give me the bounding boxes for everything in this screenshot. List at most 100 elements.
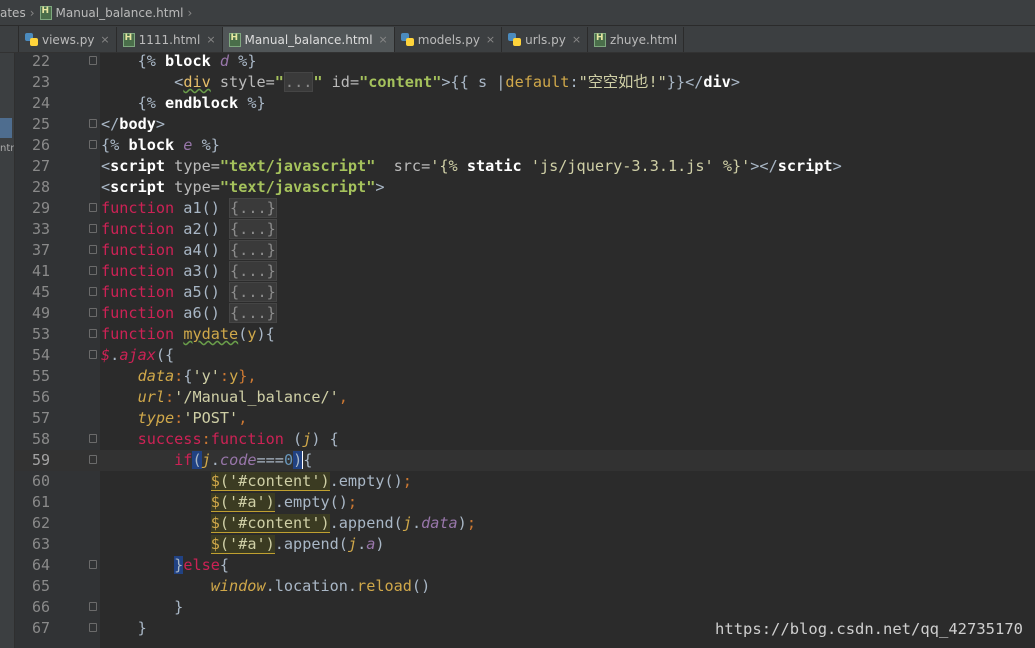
code-text: $('#content').append(j.data); xyxy=(210,514,476,533)
code-text: function a5() {...} xyxy=(101,282,277,302)
fold-marker-icon[interactable] xyxy=(89,203,97,212)
line-number: 60 xyxy=(31,472,50,490)
fold-marker-icon[interactable] xyxy=(89,224,97,233)
line-number: 57 xyxy=(31,409,50,427)
text-caret: { xyxy=(302,451,313,469)
line-number: 66 xyxy=(31,598,50,616)
close-icon[interactable]: × xyxy=(379,33,388,46)
fold-marker-icon[interactable] xyxy=(89,56,97,65)
code-line[interactable]: 61 $('#a').empty(); xyxy=(15,492,1035,513)
code-line[interactable]: 58 success:function (j) { xyxy=(15,429,1035,450)
tab-views-py[interactable]: views.py × xyxy=(19,27,117,52)
tool-window-marker[interactable] xyxy=(0,118,12,138)
fold-marker-icon[interactable] xyxy=(89,602,97,611)
line-number: 58 xyxy=(31,430,50,448)
code-text: {% block e %} xyxy=(101,136,220,154)
code-line-current[interactable]: 59 if(j.code===0){ xyxy=(15,450,1035,471)
folded-attribute: ... xyxy=(283,72,314,92)
code-line[interactable]: 28 <script type="text/javascript"> xyxy=(15,177,1035,198)
line-number: 25 xyxy=(31,115,50,133)
line-number: 62 xyxy=(31,514,50,532)
code-text: $.ajax({ xyxy=(101,346,175,364)
code-line[interactable]: 41 function a3() {...} xyxy=(15,261,1035,282)
chevron-right-icon: › xyxy=(29,5,35,20)
code-line[interactable]: 57 type:'POST', xyxy=(15,408,1035,429)
code-line[interactable]: 60 $('#content').empty(); xyxy=(15,471,1035,492)
code-line[interactable]: 66 } xyxy=(15,597,1035,618)
code-text: window.location.reload() xyxy=(210,577,431,595)
folded-block: {...} xyxy=(229,282,277,302)
tab-zhuye-html[interactable]: zhuye.html xyxy=(588,27,685,52)
tab-manual-balance-html[interactable]: Manual_balance.html × xyxy=(222,27,395,52)
fold-marker-icon[interactable] xyxy=(89,119,97,128)
code-line[interactable]: 53 function mydate(y){ xyxy=(15,324,1035,345)
code-text: function a6() {...} xyxy=(101,303,277,323)
fold-marker-icon[interactable] xyxy=(89,287,97,296)
tab-1111-html[interactable]: 1111.html × xyxy=(117,27,223,52)
code-line[interactable]: 25 </body> xyxy=(15,114,1035,135)
code-text: {% block d %} xyxy=(137,52,257,70)
code-line[interactable]: 56 url:'/Manual_balance/', xyxy=(15,387,1035,408)
code-line[interactable]: 29 function a1() {...} xyxy=(15,198,1035,219)
fold-marker-icon[interactable] xyxy=(89,140,97,149)
code-line[interactable]: 26 {% block e %} xyxy=(15,135,1035,156)
tab-models-py[interactable]: models.py × xyxy=(395,27,503,52)
code-line[interactable]: 23 <div style="..." id="content">{{ s |d… xyxy=(15,72,1035,93)
code-text: type:'POST', xyxy=(137,409,248,427)
line-number: 26 xyxy=(31,136,50,154)
line-number: 56 xyxy=(31,388,50,406)
tab-urls-py[interactable]: urls.py × xyxy=(502,27,589,52)
line-number: 63 xyxy=(31,535,50,553)
code-text: if(j.code===0){ xyxy=(174,451,313,469)
code-line[interactable]: 64 }else{ xyxy=(15,555,1035,576)
code-line[interactable]: 62 $('#content').append(j.data); xyxy=(15,513,1035,534)
tool-window-label[interactable]: ntm xyxy=(0,143,14,154)
code-line[interactable]: 65 window.location.reload() xyxy=(15,576,1035,597)
fold-marker-icon[interactable] xyxy=(89,308,97,317)
left-tool-strip: ntm xyxy=(0,53,15,648)
code-line[interactable]: 33 function a2() {...} xyxy=(15,219,1035,240)
editor-tab-bar: views.py × 1111.html × Manual_balance.ht… xyxy=(0,26,1035,53)
fold-marker-icon[interactable] xyxy=(89,560,97,569)
line-number: 41 xyxy=(31,262,50,280)
html-file-icon xyxy=(39,5,52,20)
code-text: <script type="text/javascript" src='{% s… xyxy=(101,157,842,175)
line-number: 45 xyxy=(31,283,50,301)
close-icon[interactable]: × xyxy=(572,33,581,46)
breadcrumb-parent[interactable]: ates xyxy=(0,6,26,20)
code-line[interactable]: 45 function a5() {...} xyxy=(15,282,1035,303)
breadcrumb-file[interactable]: Manual_balance.html xyxy=(56,6,184,20)
python-file-icon xyxy=(25,33,38,46)
code-line[interactable]: 54 $.ajax({ xyxy=(15,345,1035,366)
line-number: 64 xyxy=(31,556,50,574)
code-line[interactable]: 24 {% endblock %} xyxy=(15,93,1035,114)
close-icon[interactable]: × xyxy=(486,33,495,46)
code-line[interactable]: 27 <script type="text/javascript" src='{… xyxy=(15,156,1035,177)
code-line[interactable]: 22 {% block d %} xyxy=(15,51,1035,72)
code-text: } xyxy=(174,598,184,616)
tab-label: views.py xyxy=(42,32,95,47)
fold-marker-icon[interactable] xyxy=(89,245,97,254)
fold-marker-icon[interactable] xyxy=(89,350,97,359)
close-icon[interactable]: × xyxy=(100,33,109,46)
folded-block: {...} xyxy=(229,261,277,281)
folded-block: {...} xyxy=(229,219,277,239)
code-text: url:'/Manual_balance/', xyxy=(137,388,348,406)
close-icon[interactable]: × xyxy=(206,33,215,46)
code-text: function a4() {...} xyxy=(101,240,277,260)
fold-marker-icon[interactable] xyxy=(89,455,97,464)
line-number: 27 xyxy=(31,157,50,175)
code-line[interactable]: 63 $('#a').append(j.a) xyxy=(15,534,1035,555)
code-text: function mydate(y){ xyxy=(101,325,275,343)
code-line[interactable]: 55 data:{'y':y}, xyxy=(15,366,1035,387)
code-line[interactable]: 37 function a4() {...} xyxy=(15,240,1035,261)
code-editor[interactable]: 22 {% block d %} 23 <div style="..." id=… xyxy=(15,51,1035,648)
code-text: </body> xyxy=(101,115,166,133)
fold-marker-icon[interactable] xyxy=(89,434,97,443)
fold-marker-icon[interactable] xyxy=(89,623,97,632)
code-line[interactable]: 49 function a6() {...} xyxy=(15,303,1035,324)
html-file-icon xyxy=(122,32,135,47)
fold-marker-icon[interactable] xyxy=(89,329,97,338)
fold-marker-icon[interactable] xyxy=(89,266,97,275)
python-file-icon xyxy=(508,33,522,46)
